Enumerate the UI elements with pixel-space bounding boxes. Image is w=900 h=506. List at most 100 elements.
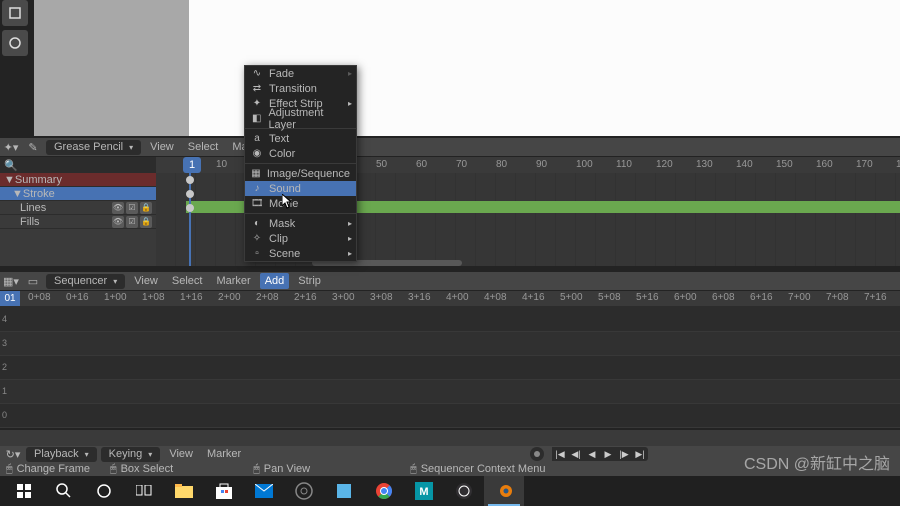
sequencer-header: ▦▾ ▭ Sequencer View Select Marker Add St… (0, 272, 900, 290)
ruler-tick: 5+00 (560, 292, 583, 303)
auto-key-toggle[interactable] (530, 447, 544, 461)
menu-marker[interactable]: Marker (202, 448, 246, 460)
menu-item-text[interactable]: aText (245, 131, 356, 146)
sequencer-channel[interactable]: 1 (0, 380, 900, 404)
cortana-button[interactable] (84, 476, 124, 506)
menu-item-adjustment[interactable]: ◧Adjustment Layer (245, 111, 356, 126)
current-frame-badge[interactable]: 1 (183, 157, 201, 173)
channel-lines[interactable]: Lines👁☑🔒 (0, 201, 156, 215)
maya-icon[interactable]: M (404, 476, 444, 506)
grease-pencil-canvas[interactable] (34, 0, 189, 136)
menu-view[interactable]: View (129, 275, 163, 287)
menu-item-movie[interactable]: 🎞Movie (245, 196, 356, 211)
channel-summary[interactable]: ▼ Summary (0, 173, 156, 187)
channel-fills[interactable]: Fills👁☑🔒 (0, 215, 156, 229)
menu-item-color[interactable]: ◉Color (245, 146, 356, 161)
menu-item-scene[interactable]: ▫Scene (245, 246, 356, 261)
dopesheet-ruler[interactable]: 🔍 10203040506070809010011012013014015016… (0, 157, 900, 173)
menu-item-sound[interactable]: ♪Sound (245, 181, 356, 196)
blender-icon[interactable] (484, 476, 524, 506)
hint-change-frame: 🖱Change Frame (6, 463, 90, 476)
play-button[interactable]: ▶ (600, 447, 616, 461)
channel-number: 2 (2, 362, 7, 372)
watermark: CSDN @新缸中之脑 (744, 450, 890, 474)
store-icon[interactable] (204, 476, 244, 506)
lock-icon[interactable]: 🔒 (140, 202, 152, 214)
ruler-tick: 2+08 (256, 292, 279, 303)
menu-view[interactable]: View (145, 141, 179, 153)
ruler-tick: 50 (376, 159, 387, 170)
sequencer-channel[interactable]: 2 (0, 356, 900, 380)
sequencer-channel[interactable]: 4 (0, 308, 900, 332)
start-button[interactable] (4, 476, 44, 506)
ruler-tick: 90 (536, 159, 547, 170)
file-explorer-icon[interactable] (164, 476, 204, 506)
ruler-tick: 2+16 (294, 292, 317, 303)
channel-search[interactable]: 🔍 (0, 157, 156, 173)
ruler-tick: 180 (896, 159, 900, 170)
keying-dropdown[interactable]: Keying (101, 447, 161, 462)
editor-type-icon[interactable]: ▦▾ (2, 273, 20, 289)
sequencer-channel[interactable]: 0 (0, 404, 900, 428)
ruler-tick: 110 (616, 159, 632, 170)
eye-icon[interactable]: 👁 (112, 202, 124, 214)
ruler-tick: 160 (816, 159, 833, 170)
sequencer-tracks[interactable]: 01 2 3 4 (0, 306, 900, 428)
ruler-tick: 6+08 (712, 292, 735, 303)
tool-shelf (2, 0, 30, 60)
app-icon-2[interactable] (324, 476, 364, 506)
menu-item-image-sequence[interactable]: ▦Image/Sequence (245, 166, 356, 181)
checkbox[interactable]: ☑ (126, 202, 138, 214)
jump-start-button[interactable]: |◀ (552, 447, 568, 461)
current-frame-badge[interactable]: 01 (0, 291, 20, 306)
ruler-tick: 3+16 (408, 292, 431, 303)
editor-type-icon[interactable]: ✦▾ (2, 139, 20, 155)
preview-icon[interactable]: ▭ (24, 273, 42, 289)
menu-add[interactable]: Add (260, 273, 290, 289)
tool-square[interactable] (2, 0, 28, 26)
ruler-tick: 4+00 (446, 292, 469, 303)
ruler-tick: 1+08 (142, 292, 165, 303)
ruler-tick: 0+16 (66, 292, 89, 303)
mode-dropdown[interactable]: Grease Pencil (46, 140, 141, 155)
chrome-icon[interactable] (364, 476, 404, 506)
search-button[interactable] (44, 476, 84, 506)
menu-item-clip[interactable]: ✧Clip (245, 231, 356, 246)
eye-icon[interactable]: 👁 (112, 216, 124, 228)
channel-stroke[interactable]: ▼ Stroke (0, 187, 156, 201)
menu-marker[interactable]: Marker (211, 275, 255, 287)
ruler-tick: 130 (696, 159, 713, 170)
ruler-tick: 3+00 (332, 292, 355, 303)
menu-select[interactable]: Select (183, 141, 224, 153)
sequencer-ruler[interactable]: 01 0+080+161+001+081+162+002+082+163+003… (0, 291, 900, 306)
lock-icon[interactable]: 🔒 (140, 216, 152, 228)
playhead[interactable] (189, 173, 191, 266)
menu-select[interactable]: Select (167, 275, 208, 287)
viewport-3d (0, 0, 900, 136)
checkbox[interactable]: ☑ (126, 216, 138, 228)
sync-icon[interactable]: ↻▾ (4, 446, 22, 462)
prev-key-button[interactable]: ◀| (568, 447, 584, 461)
svg-text:M: M (419, 486, 428, 498)
ruler-tick: 0+08 (28, 292, 51, 303)
channel-number: 3 (2, 338, 7, 348)
ruler-tick: 7+16 (864, 292, 887, 303)
tool-circle[interactable] (2, 30, 28, 56)
playback-dropdown[interactable]: Playback (26, 447, 97, 462)
play-reverse-button[interactable]: ◀ (584, 447, 600, 461)
mail-icon[interactable] (244, 476, 284, 506)
ruler-tick: 4+16 (522, 292, 545, 303)
sequencer-channel[interactable]: 3 (0, 332, 900, 356)
menu-strip[interactable]: Strip (293, 275, 326, 287)
menu-item-mask[interactable]: ◐Mask (245, 216, 356, 231)
task-view-button[interactable] (124, 476, 164, 506)
dopesheet-header: ✦▾ ✎ Grease Pencil View Select Marker (0, 138, 900, 156)
sequencer-dropdown[interactable]: Sequencer (46, 274, 125, 289)
ruler-tick: 2+00 (218, 292, 241, 303)
menu-view[interactable]: View (164, 448, 198, 460)
hint-pan: 🖱Pan View (253, 463, 310, 476)
jump-end-button[interactable]: ▶| (632, 447, 648, 461)
app-icon-1[interactable] (284, 476, 324, 506)
next-key-button[interactable]: |▶ (616, 447, 632, 461)
obs-icon[interactable] (444, 476, 484, 506)
